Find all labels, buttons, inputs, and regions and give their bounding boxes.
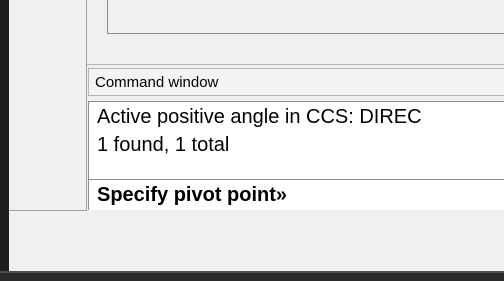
drawing-viewport[interactable]	[107, 0, 504, 34]
window-bottom-edge	[0, 271, 504, 281]
window-left-edge	[0, 0, 9, 272]
application-window: Command window Active positive angle in …	[0, 0, 504, 281]
status-area	[9, 211, 504, 271]
divider	[88, 95, 504, 96]
pane-splitter[interactable]	[87, 64, 504, 65]
command-output-line: Active positive angle in CCS: DIREC	[97, 106, 422, 128]
command-output-line: 1 found, 1 total	[97, 134, 230, 156]
command-window-title: Command window	[95, 74, 219, 91]
command-output[interactable]: Active positive angle in CCS: DIREC 1 fo…	[88, 101, 504, 180]
command-window-title-bar[interactable]: Command window	[88, 68, 504, 95]
command-prompt: Specify pivot point»	[97, 184, 288, 206]
command-input[interactable]: Specify pivot point»	[88, 180, 504, 210]
left-panel	[9, 0, 87, 211]
